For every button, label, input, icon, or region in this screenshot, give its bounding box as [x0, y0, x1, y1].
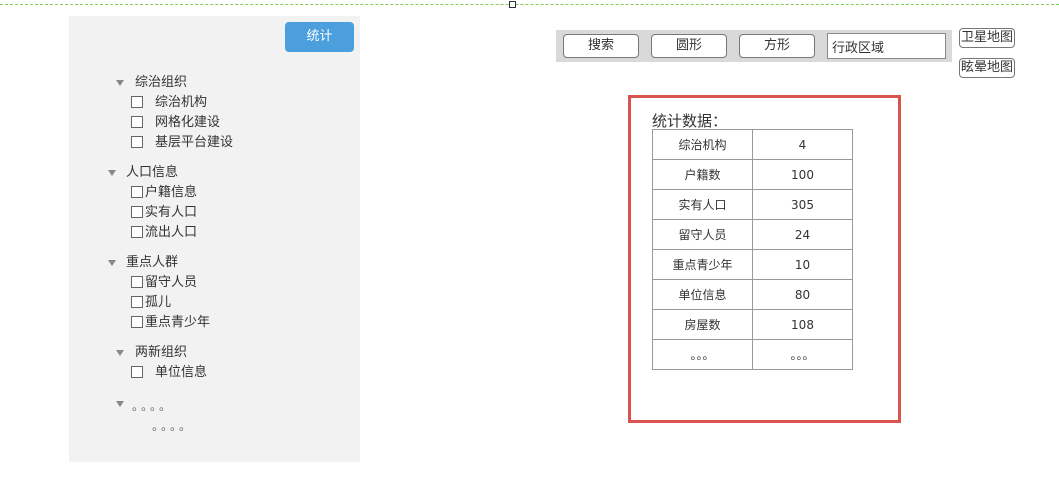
stats-table: 综治机构 4 户籍数 100 实有人口 305 留守人员 24 重点青少年 10…	[652, 129, 853, 370]
stat-name-cell: 。。。	[652, 339, 753, 370]
checkbox[interactable]	[131, 316, 143, 328]
satellite-map-button[interactable]: 卫星地图	[959, 28, 1015, 48]
tree-item-label: 留守人员	[145, 275, 198, 290]
tree-group-title: 两新组织	[135, 345, 188, 360]
ellipsis-text: 。。。。	[152, 419, 195, 433]
caret-down-icon[interactable]	[116, 80, 124, 86]
table-row: 单位信息 80	[652, 279, 853, 310]
ellipsis-text: 。。。。	[132, 399, 175, 413]
left-filter-panel	[69, 16, 360, 462]
stat-value-cell: 。。。	[752, 339, 853, 370]
tree-item-label: 综治机构	[155, 95, 208, 110]
stat-value-cell: 4	[752, 129, 853, 160]
stat-value-cell: 108	[752, 309, 853, 340]
table-row: 综治机构 4	[652, 129, 853, 160]
tree-group-title: 重点人群	[126, 255, 179, 270]
checkbox[interactable]	[131, 366, 143, 378]
caret-down-icon[interactable]	[116, 350, 124, 356]
circle-button[interactable]: 圆形	[651, 34, 727, 58]
table-row: 户籍数 100	[652, 159, 853, 190]
stat-name-cell: 留守人员	[652, 219, 753, 250]
checkbox[interactable]	[131, 276, 143, 288]
tree-item-label: 实有人口	[145, 205, 198, 220]
table-row: 实有人口 305	[652, 189, 853, 220]
stats-panel: 统计数据： 综治机构 4 户籍数 100 实有人口 305 留守人员 24 重点…	[628, 95, 901, 423]
checkbox[interactable]	[131, 226, 143, 238]
table-row: 房屋数 108	[652, 309, 853, 340]
tree-item-label: 重点青少年	[145, 315, 211, 330]
stat-value-cell: 10	[752, 249, 853, 280]
tree-item-label: 户籍信息	[145, 185, 198, 200]
canvas-guide-line	[0, 4, 1059, 5]
caret-down-icon[interactable]	[108, 170, 116, 176]
stat-button[interactable]: 统计	[285, 22, 354, 52]
checkbox[interactable]	[131, 186, 143, 198]
table-row: 重点青少年 10	[652, 249, 853, 280]
square-button[interactable]: 方形	[739, 34, 815, 58]
tree-group-title: 人口信息	[126, 165, 179, 180]
tree-item-label: 单位信息	[155, 365, 208, 380]
stat-name-cell: 重点青少年	[652, 249, 753, 280]
stat-name-cell: 房屋数	[652, 309, 753, 340]
checkbox[interactable]	[131, 136, 143, 148]
stat-name-cell: 户籍数	[652, 159, 753, 190]
stats-title: 统计数据：	[652, 112, 728, 130]
tree-item-label: 孤儿	[145, 295, 172, 310]
stat-value-cell: 305	[752, 189, 853, 220]
tree-item-label: 流出人口	[145, 225, 198, 240]
caret-down-icon[interactable]	[116, 401, 124, 407]
checkbox[interactable]	[131, 116, 143, 128]
stat-value-cell: 100	[752, 159, 853, 190]
stat-name-cell: 综治机构	[652, 129, 753, 160]
checkbox[interactable]	[131, 206, 143, 218]
tree-item-label: 网格化建设	[155, 115, 221, 130]
stat-value-cell: 24	[752, 219, 853, 250]
tree-item-label: 基层平台建设	[155, 135, 234, 150]
map-toolbar: 搜索 圆形 方形	[556, 30, 952, 62]
tree-group-title: 综治组织	[135, 75, 188, 90]
halo-map-button[interactable]: 眩晕地图	[959, 58, 1015, 78]
checkbox[interactable]	[131, 296, 143, 308]
region-input[interactable]	[827, 33, 946, 59]
search-button[interactable]: 搜索	[563, 34, 639, 58]
stat-value-cell: 80	[752, 279, 853, 310]
stat-name-cell: 实有人口	[652, 189, 753, 220]
caret-down-icon[interactable]	[108, 260, 116, 266]
table-row: 留守人员 24	[652, 219, 853, 250]
table-row: 。。。 。。。	[652, 339, 853, 370]
checkbox[interactable]	[131, 96, 143, 108]
stat-name-cell: 单位信息	[652, 279, 753, 310]
resize-handle[interactable]	[509, 1, 516, 8]
